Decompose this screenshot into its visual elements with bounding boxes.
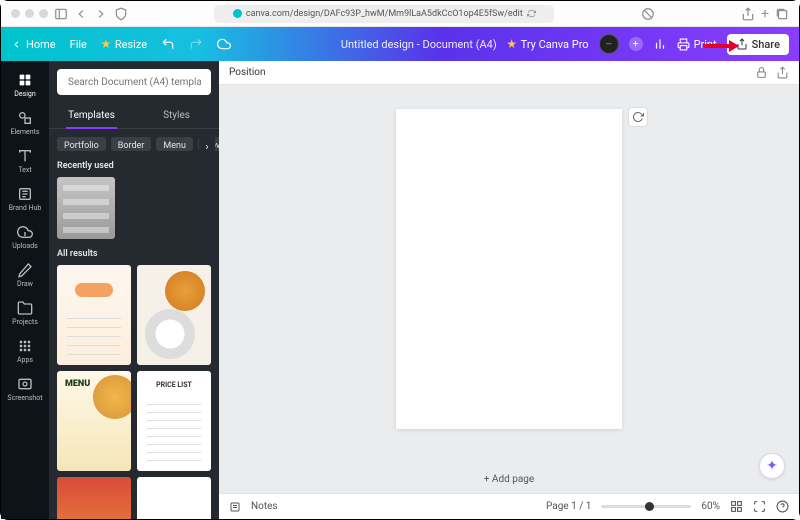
home-button[interactable]: Home <box>11 38 56 51</box>
rail-elements[interactable]: Elements <box>1 105 49 141</box>
templates-panel: Templates Styles Portfolio Border Menu C… <box>49 61 219 519</box>
crown-icon <box>101 39 111 49</box>
try-pro-button[interactable]: Try Canva Pro <box>507 38 589 51</box>
crown-icon <box>507 39 517 49</box>
document-page[interactable] <box>396 109 622 429</box>
fullscreen-icon[interactable] <box>753 500 766 513</box>
chip-menu[interactable]: Menu <box>156 137 193 151</box>
file-menu[interactable]: File <box>70 38 87 51</box>
browser-titlebar: canva.com/design/DAFc93P_hwM/Mm9lLaA5dkC… <box>1 1 799 27</box>
tabs-icon[interactable] <box>775 7 789 21</box>
chip-portfolio[interactable]: Portfolio <box>57 137 106 151</box>
home-label: Home <box>26 38 56 51</box>
refresh-icon[interactable] <box>527 9 536 18</box>
rail-brand-hub[interactable]: Brand Hub <box>1 181 49 217</box>
shield-icon[interactable] <box>114 7 128 21</box>
rail-design[interactable]: Design <box>1 67 49 103</box>
add-collaborator-button[interactable]: + <box>629 37 643 51</box>
block-icon[interactable] <box>641 7 655 21</box>
chevron-right-icon[interactable] <box>94 7 108 21</box>
recent-template-thumb[interactable] <box>57 177 115 239</box>
share-button[interactable]: Share <box>727 34 789 55</box>
new-tab-button[interactable]: + <box>761 6 769 22</box>
chip-scroll-right[interactable]: › <box>199 137 215 157</box>
all-results-label: All results <box>49 247 219 265</box>
cloud-check-icon[interactable] <box>217 37 231 51</box>
template-thumb[interactable] <box>57 371 131 471</box>
lock-icon[interactable] <box>755 66 768 79</box>
refresh-icon <box>632 111 644 123</box>
tab-styles[interactable]: Styles <box>134 103 219 128</box>
window-controls[interactable] <box>11 9 48 18</box>
canvas-workspace[interactable] <box>219 85 799 466</box>
help-icon[interactable] <box>776 500 789 513</box>
share-browser-icon[interactable] <box>741 7 755 21</box>
page-indicator[interactable]: Page 1 / 1 <box>546 501 591 512</box>
editor-footer: Notes Page 1 / 1 60% <box>219 493 799 519</box>
upload-icon <box>736 38 748 50</box>
template-thumb[interactable] <box>137 265 211 365</box>
sidebar-toggle-icon[interactable] <box>54 7 68 21</box>
tab-templates[interactable]: Templates <box>49 103 134 128</box>
notes-button[interactable]: Notes <box>251 501 278 512</box>
url-text: canva.com/design/DAFc93P_hwM/Mm9lLaA5dkC… <box>246 9 523 19</box>
chevron-left-icon <box>11 39 22 50</box>
template-thumb[interactable] <box>137 477 211 519</box>
url-bar[interactable]: canva.com/design/DAFc93P_hwM/Mm9lLaA5dkC… <box>214 5 554 23</box>
rail-text[interactable]: Text <box>1 143 49 179</box>
recent-label: Recently used <box>49 159 219 177</box>
document-title[interactable]: Untitled design - Document (A4) <box>341 38 497 51</box>
zoom-slider[interactable] <box>601 505 691 508</box>
export-icon[interactable] <box>776 66 789 79</box>
search-input[interactable] <box>68 77 201 88</box>
user-avatar[interactable]: — <box>599 34 619 54</box>
page-refresh-button[interactable] <box>628 107 648 127</box>
rail-apps[interactable]: Apps <box>1 333 49 369</box>
template-thumb[interactable] <box>137 371 211 471</box>
canvas-area: Position + Add page ✦ Notes Page 1 / 1 6… <box>219 61 799 519</box>
favicon-icon <box>233 9 242 18</box>
app-topbar: Home File Resize Untitled design - Docum… <box>1 27 799 61</box>
help-fab[interactable]: ✦ <box>759 453 785 479</box>
position-button[interactable]: Position <box>229 67 265 78</box>
rail-screenshot[interactable]: Screenshot <box>1 371 49 407</box>
zoom-level[interactable]: 60% <box>701 501 720 512</box>
chart-icon[interactable] <box>653 37 667 51</box>
chevron-left-icon[interactable] <box>74 7 88 21</box>
template-thumb[interactable] <box>57 265 131 365</box>
rail-projects[interactable]: Projects <box>1 295 49 331</box>
print-button[interactable]: Print <box>677 38 717 51</box>
grid-view-icon[interactable] <box>730 500 743 513</box>
search-input-wrap[interactable] <box>57 69 211 95</box>
add-page-button[interactable]: + Add page <box>219 466 799 493</box>
resize-button[interactable]: Resize <box>101 38 147 51</box>
template-thumb[interactable] <box>57 477 131 519</box>
notes-icon <box>229 501 241 513</box>
rail-uploads[interactable]: Uploads <box>1 219 49 255</box>
chip-border[interactable]: Border <box>111 137 152 151</box>
rail-draw[interactable]: Draw <box>1 257 49 293</box>
redo-icon[interactable] <box>189 37 203 51</box>
left-rail: Design Elements Text Brand Hub Uploads D… <box>1 61 49 519</box>
printer-icon <box>677 38 690 51</box>
category-chips: Portfolio Border Menu Cover S › <box>49 129 219 159</box>
undo-icon[interactable] <box>161 37 175 51</box>
